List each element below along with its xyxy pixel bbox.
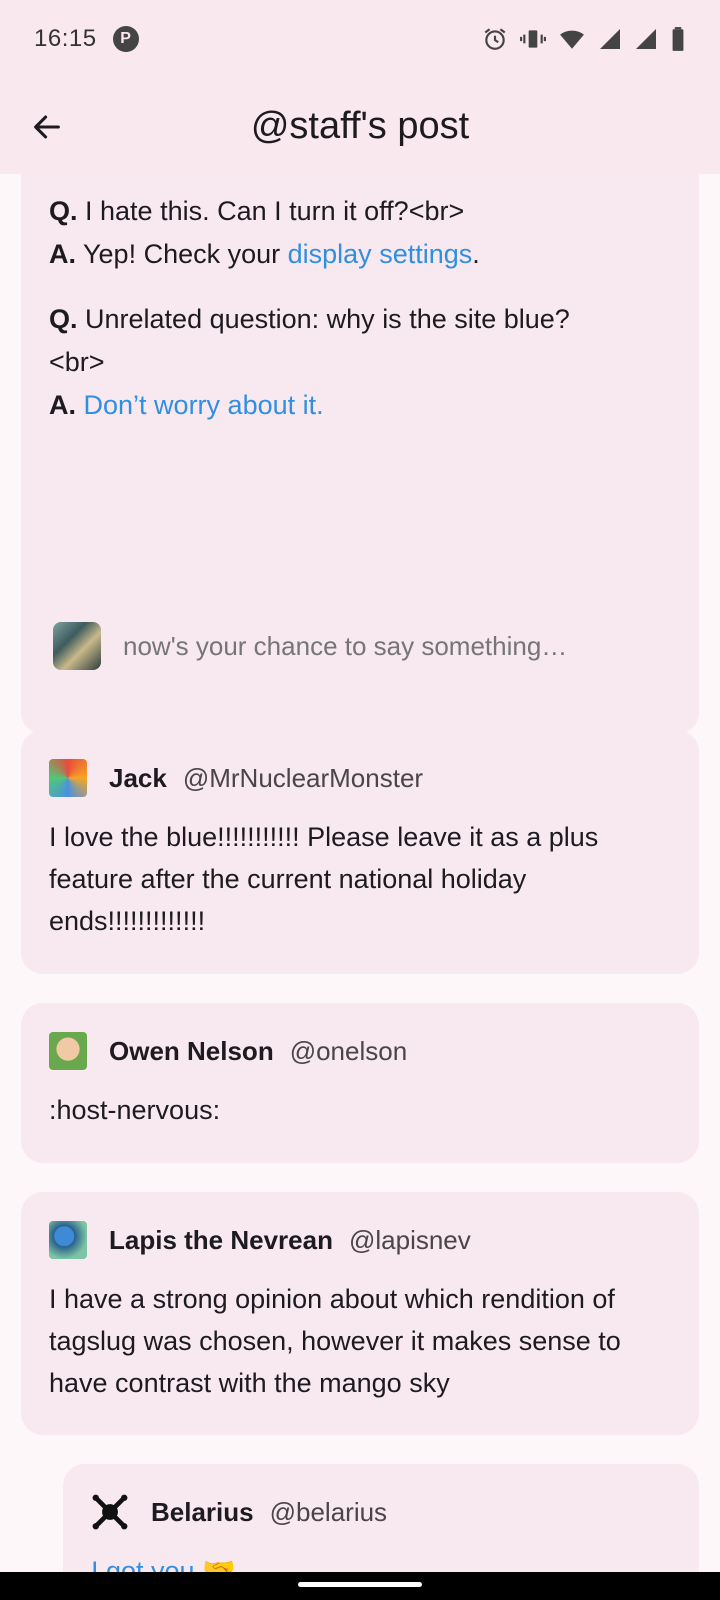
status-icons bbox=[482, 26, 686, 52]
avatar[interactable] bbox=[49, 759, 87, 797]
page-title: @staff's post bbox=[250, 104, 470, 147]
q-label: Q. bbox=[49, 196, 78, 226]
signal-icon bbox=[636, 29, 656, 49]
post-qa1-question: Q. I hate this. Can I turn it off?<br> bbox=[49, 190, 671, 233]
alarm-icon bbox=[484, 28, 506, 50]
reply-body: :host-nervous: bbox=[49, 1095, 221, 1125]
a-label: A. bbox=[49, 239, 76, 269]
reply-header: Belarius @belarius bbox=[91, 1490, 671, 1534]
author-name[interactable]: Lapis the Nevrean bbox=[109, 1225, 333, 1256]
dont-worry-link[interactable]: Don’t worry about it. bbox=[84, 390, 324, 420]
author-name[interactable]: Belarius bbox=[151, 1497, 254, 1528]
status-time: 16:15 bbox=[34, 25, 97, 52]
post-qa2-break: <br> bbox=[49, 347, 105, 377]
reply-input[interactable] bbox=[123, 630, 663, 662]
author-handle[interactable]: @onelson bbox=[290, 1036, 407, 1067]
signal-icon bbox=[600, 29, 620, 49]
reply-card[interactable]: Owen Nelson @onelson :host-nervous: bbox=[21, 1003, 699, 1163]
reply-body: I have a strong opinion about which rend… bbox=[49, 1284, 621, 1398]
app-bar: @staff's post bbox=[0, 78, 720, 174]
avatar[interactable] bbox=[49, 1221, 87, 1259]
nested-reply-card[interactable]: Belarius @belarius I got you 🤝 bbox=[63, 1464, 699, 1572]
crossbones-avatar-icon bbox=[92, 1494, 128, 1530]
a-label: A. bbox=[49, 390, 76, 420]
screen: 16:15 P @staff's post Q. I hate this. Ca… bbox=[0, 0, 720, 1600]
a-text-after: . bbox=[472, 239, 480, 269]
reply-body: I love the blue!!!!!!!!!!! Please leave … bbox=[49, 822, 599, 936]
q-text: I hate this. Can I turn it off?<br> bbox=[77, 196, 465, 226]
reply-card[interactable]: Lapis the Nevrean @lapisnev I have a str… bbox=[21, 1192, 699, 1435]
avatar[interactable] bbox=[91, 1493, 129, 1531]
post-qa2-answer: A. Don’t worry about it. bbox=[49, 384, 671, 427]
battery-icon bbox=[672, 27, 684, 51]
author-handle[interactable]: @belarius bbox=[270, 1497, 387, 1528]
reply-header: Owen Nelson @onelson bbox=[49, 1029, 671, 1073]
status-bar: 16:15 P bbox=[0, 0, 720, 78]
vibrate-icon bbox=[520, 30, 546, 48]
thread-content[interactable]: Q. I hate this. Can I turn it off?<br> A… bbox=[0, 174, 720, 1572]
post-qa2-question: Q. Unrelated question: why is the site b… bbox=[49, 298, 671, 341]
avatar bbox=[53, 622, 101, 670]
q-label: Q. bbox=[49, 304, 78, 334]
author-handle[interactable]: @MrNuclearMonster bbox=[183, 763, 423, 794]
back-button[interactable] bbox=[22, 102, 72, 152]
reply-body: I got you 🤝 bbox=[91, 1556, 236, 1572]
wifi-icon bbox=[560, 30, 584, 49]
reply-header: Lapis the Nevrean @lapisnev bbox=[49, 1218, 671, 1262]
arrow-left-icon bbox=[34, 115, 60, 139]
gesture-handle[interactable] bbox=[298, 1582, 422, 1587]
author-name[interactable]: Owen Nelson bbox=[109, 1036, 274, 1067]
compose-reply-box[interactable] bbox=[21, 590, 699, 702]
a-text: Yep! Check your bbox=[76, 239, 288, 269]
author-name[interactable]: Jack bbox=[109, 763, 167, 794]
author-handle[interactable]: @lapisnev bbox=[349, 1225, 471, 1256]
system-nav-bar bbox=[0, 1572, 720, 1600]
avatar[interactable] bbox=[49, 1032, 87, 1070]
reply-card[interactable]: Jack @MrNuclearMonster I love the blue!!… bbox=[21, 730, 699, 974]
display-settings-link[interactable]: display settings bbox=[288, 239, 473, 269]
app-notification-icon: P bbox=[112, 26, 139, 52]
post-qa1-answer: A. Yep! Check your display settings. bbox=[49, 233, 671, 276]
q-text: Unrelated question: why is the site blue… bbox=[77, 304, 570, 334]
reply-header: Jack @MrNuclearMonster bbox=[49, 756, 671, 800]
